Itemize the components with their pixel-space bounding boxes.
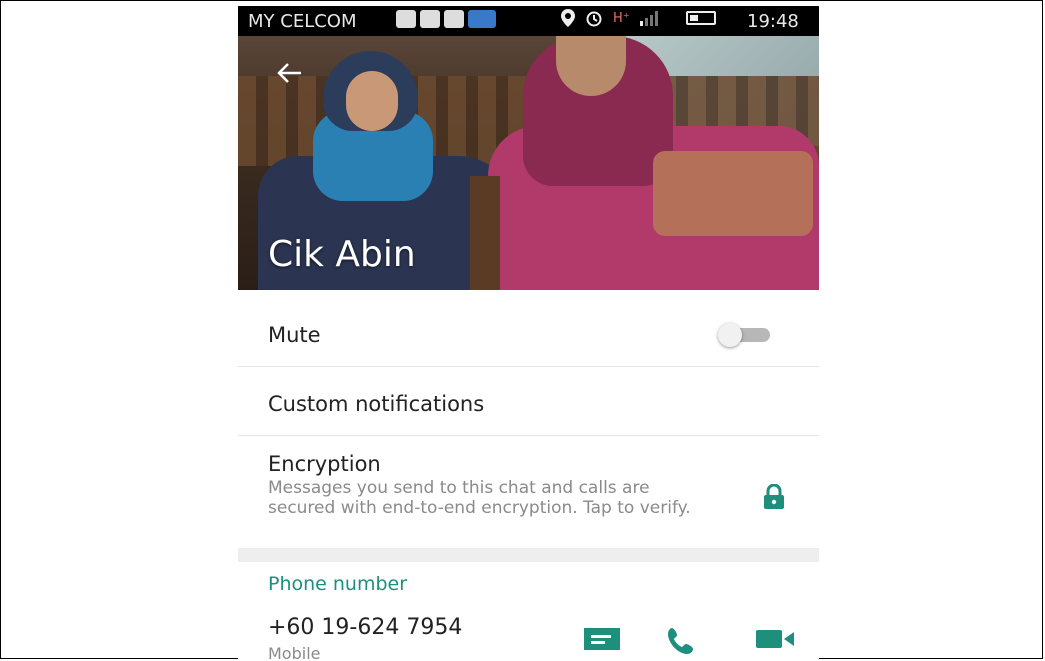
contact-name: Cik Abin [268,234,416,275]
encryption-description: Messages you send to this chat and calls… [268,478,691,518]
location-icon [561,9,575,27]
app-notification-icon [468,10,496,28]
alarm-icon [586,11,602,27]
photo-girl-face [346,71,398,131]
back-button[interactable] [274,58,304,88]
phone-section-title: Phone number [268,573,408,595]
mute-label: Mute [268,323,321,347]
status-bar: MY CELCOM H⁺ 19:48 [238,6,819,36]
notification-icons [396,10,496,28]
video-call-icon[interactable] [754,626,796,652]
carrier-label: MY CELCOM [248,11,357,32]
custom-notifications-label: Custom notifications [268,392,485,416]
call-icon[interactable] [666,626,702,654]
arrow-left-icon [277,63,301,83]
toggle-thumb [718,323,742,347]
status-clock: 19:48 [747,11,799,32]
section-divider [238,548,819,562]
signal-icon [639,11,658,26]
mute-row[interactable]: Mute [238,298,819,367]
lock-icon[interactable] [763,484,785,510]
notification-plus-icon [396,10,416,28]
chat-settings-list: Mute Custom notifications Encryption Mes… [238,290,819,562]
contact-header-photo[interactable]: Cik Abin [238,36,819,290]
wechat-icon [420,10,440,28]
briefcase-icon [444,10,464,28]
phone-screen: MY CELCOM H⁺ 19:48 Cik Abin Mute Custom … [238,6,819,661]
phone-type-label: Mobile [268,644,321,661]
message-icon[interactable] [582,626,622,652]
mute-toggle[interactable] [718,323,778,347]
encryption-label: Encryption [268,452,381,476]
photo-handbag [653,151,813,236]
network-type-label: H⁺ [613,10,630,26]
photo-chair-post [470,176,500,290]
battery-icon [685,11,716,25]
system-icons: H⁺ [561,9,716,27]
custom-notifications-row[interactable]: Custom notifications [238,367,819,436]
phone-number[interactable]: +60 19-624 7954 [268,615,462,640]
encryption-row[interactable]: Encryption Messages you send to this cha… [238,436,819,548]
